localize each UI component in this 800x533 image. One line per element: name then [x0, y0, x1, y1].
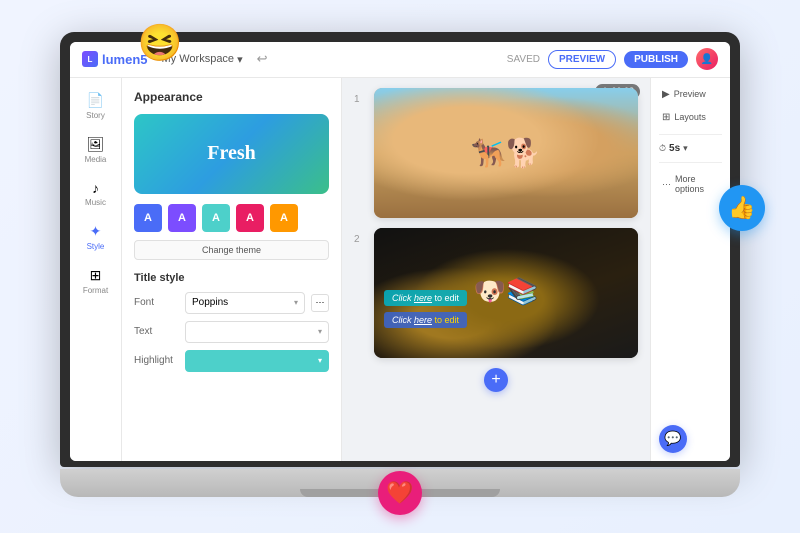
time-control: ⏱ 5s ▾ [659, 143, 722, 154]
to-edit-1: to edit [432, 293, 459, 303]
slide-2-text-overlay: Click here to edit Click here to edit [384, 288, 628, 328]
layouts-action[interactable]: ⊞ Layouts [659, 109, 722, 126]
font-extra-button[interactable]: ⋯ [311, 294, 329, 312]
clock-small-icon: ⏱ [659, 143, 666, 154]
slide-1: 1 🐕‍🦺🐕 [354, 88, 638, 218]
slide-2-number: 2 [354, 228, 368, 245]
slide-1-image: 🐕‍🦺🐕 [374, 88, 638, 218]
heart-icon: ❤️ [378, 471, 422, 515]
font-row: Font Poppins ▾ ⋯ [134, 292, 329, 314]
highlight-label: Highlight [134, 355, 179, 366]
sidebar-label-style: Style [87, 242, 105, 251]
appearance-panel: Appearance Fresh A A A A A [122, 78, 342, 461]
media-icon: 🖼 [87, 136, 105, 153]
here-word-1: here [414, 293, 432, 303]
click-word-1: Click [392, 293, 414, 303]
format-icon: ⊞ [90, 267, 102, 284]
highlight-row: Highlight ▾ [134, 350, 329, 372]
click-word-2: Click [392, 315, 414, 325]
saved-label: SAVED [507, 54, 540, 65]
laptop-frame: L lumen5 My Workspace ▾ ↩ SAVED PREVIEW … [60, 32, 740, 502]
sidebar-item-media[interactable]: 🖼 Media [74, 130, 118, 170]
chat-icon: 💬 [664, 430, 681, 447]
swatch-purple[interactable]: A [168, 204, 196, 232]
lumen5-app: L lumen5 My Workspace ▾ ↩ SAVED PREVIEW … [70, 42, 730, 461]
highlight-dropdown-arrow: ▾ [318, 356, 322, 365]
play-icon: ▶ [662, 89, 670, 100]
preview-action[interactable]: ▶ Preview [659, 86, 722, 103]
panel-divider-2 [659, 162, 722, 163]
right-panel: ▶ Preview ⊞ Layouts ⏱ 5s ▾ [650, 78, 730, 461]
avatar[interactable]: 👤 [696, 48, 718, 70]
chevron-down-small[interactable]: ▾ [683, 143, 688, 154]
theme-name: Fresh [207, 142, 256, 165]
music-icon: ♪ [92, 180, 99, 196]
brand-icon: L [82, 51, 98, 67]
font-value: Poppins [192, 297, 228, 308]
slide-2-image: 🐶📚 Click here to edit Click here to edit [374, 228, 638, 358]
title-style-section: Title style [134, 272, 329, 284]
slide-2: 2 🐶📚 Click here to edit [354, 228, 638, 358]
layouts-label: Layouts [674, 112, 706, 122]
add-slide-button[interactable]: + [484, 368, 508, 392]
laptop-screen: L lumen5 My Workspace ▾ ↩ SAVED PREVIEW … [60, 32, 740, 467]
thumbs-up-icon: 👍 [719, 185, 765, 231]
slide-1-number: 1 [354, 88, 368, 105]
font-dropdown[interactable]: Poppins ▾ [185, 292, 305, 314]
dog-emoji: 🐕‍🦺🐕 [471, 136, 541, 169]
change-theme-button[interactable]: Change theme [134, 240, 329, 260]
more-icon: ··· [662, 179, 671, 189]
panel-title: Appearance [134, 90, 329, 104]
preview-label: Preview [674, 89, 706, 99]
sidebar: 📄 Story 🖼 Media ♪ Music ✦ [70, 78, 122, 461]
more-options-label: More options [675, 174, 719, 194]
text-row: Text ▾ [134, 321, 329, 343]
sidebar-label-story: Story [86, 111, 105, 120]
text-dropdown-arrow: ▾ [318, 327, 322, 336]
text-label: Text [134, 326, 179, 337]
theme-preview-card: Fresh [134, 114, 329, 194]
swatch-pink[interactable]: A [236, 204, 264, 232]
sidebar-item-style[interactable]: ✦ Style [74, 217, 118, 257]
story-icon: 📄 [87, 92, 104, 109]
highlight-color-control[interactable]: ▾ [185, 350, 329, 372]
swatch-orange[interactable]: A [270, 204, 298, 232]
sidebar-item-format[interactable]: ⊞ Format [74, 261, 118, 301]
sidebar-item-music[interactable]: ♪ Music [74, 174, 118, 213]
style-icon: ✦ [90, 223, 102, 240]
laugh-emoji: 😆 [135, 18, 185, 68]
publish-button[interactable]: PUBLISH [624, 51, 688, 68]
sidebar-label-media: Media [85, 155, 107, 164]
text-color-control[interactable]: ▾ [185, 321, 329, 343]
timing-value: 5s [669, 143, 680, 154]
swatch-teal[interactable]: A [202, 204, 230, 232]
preview-button[interactable]: PREVIEW [548, 50, 616, 69]
sidebar-label-format: Format [83, 286, 108, 295]
sidebar-item-story[interactable]: 📄 Story [74, 86, 118, 126]
app-body: 📄 Story 🖼 Media ♪ Music ✦ [70, 78, 730, 461]
chat-button[interactable]: 💬 [659, 425, 687, 453]
swatch-blue[interactable]: A [134, 204, 162, 232]
click-here-edit-2[interactable]: Click here to edit [384, 312, 467, 328]
here-word-2: here [414, 315, 432, 325]
more-options-action[interactable]: ··· More options [659, 171, 722, 197]
sidebar-label-music: Music [85, 198, 106, 207]
chevron-down-icon: ▾ [237, 53, 243, 66]
font-label: Font [134, 297, 179, 308]
font-dropdown-arrow: ▾ [294, 298, 298, 307]
panel-divider [659, 134, 722, 135]
layouts-icon: ⊞ [662, 112, 670, 123]
undo-button[interactable]: ↩ [257, 51, 268, 67]
theme-swatches: A A A A A [134, 204, 329, 232]
slide-1-content[interactable]: 🐕‍🦺🐕 [374, 88, 638, 218]
app-window: L lumen5 My Workspace ▾ ↩ SAVED PREVIEW … [70, 42, 730, 461]
slide-2-content[interactable]: 🐶📚 Click here to edit Click here to edit [374, 228, 638, 358]
to-edit-2: to edit [432, 315, 459, 325]
canvas-area: ⏱ 00:08 1 🐕‍🦺🐕 [342, 78, 650, 461]
click-here-edit-1[interactable]: Click here to edit [384, 290, 467, 306]
